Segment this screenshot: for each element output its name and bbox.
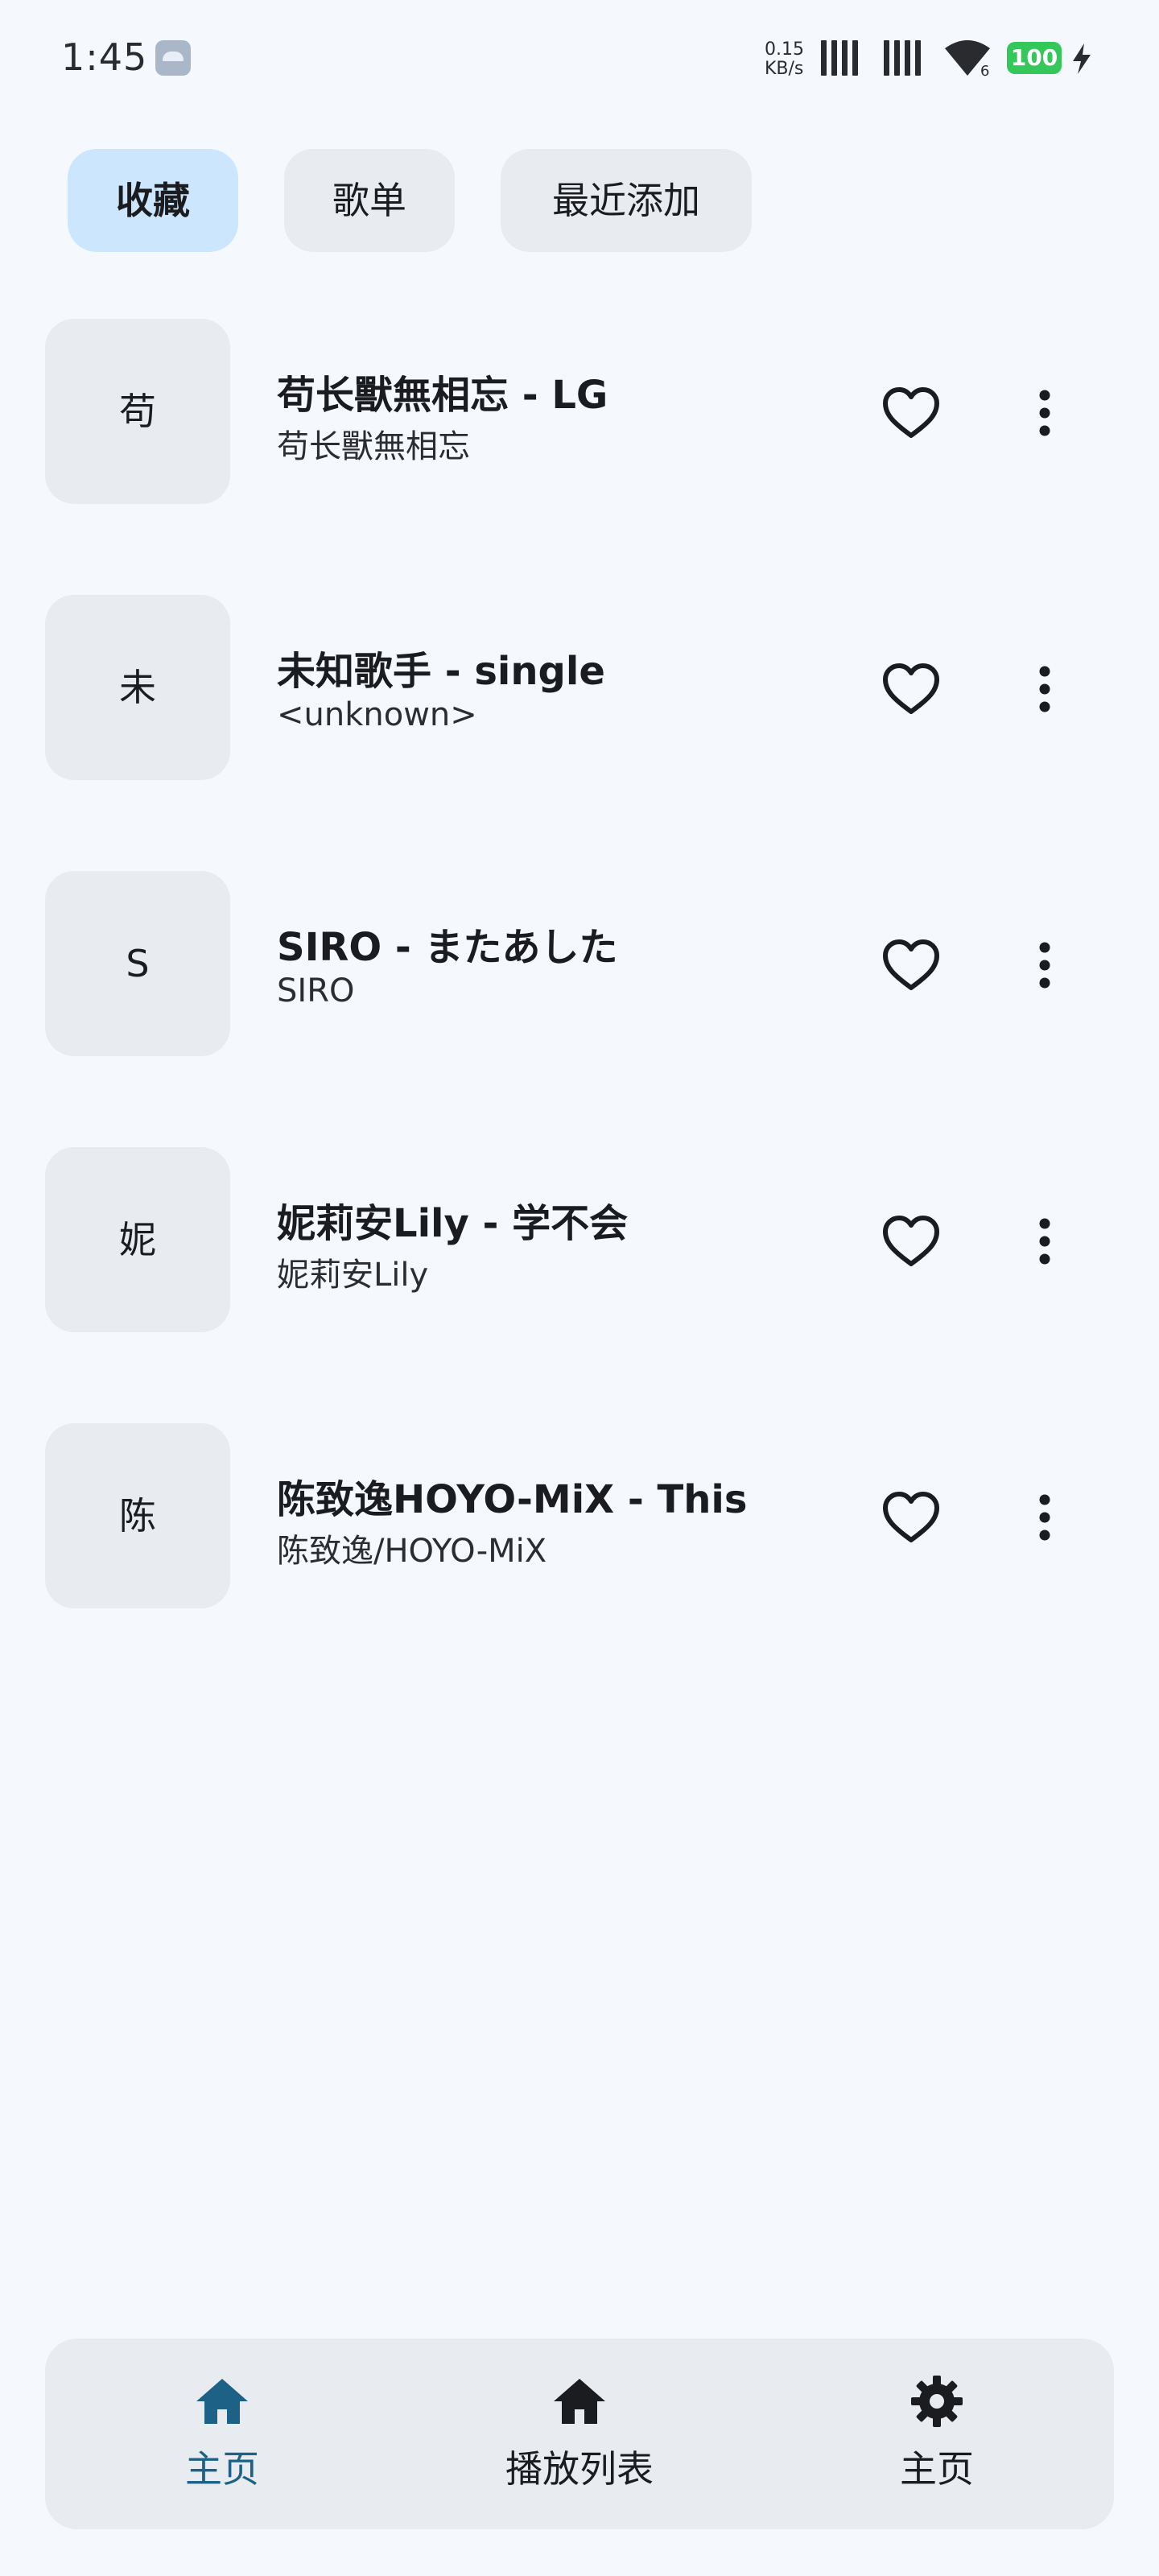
gear-icon — [911, 2376, 963, 2427]
song-artist: 苟长獸無相忘 — [277, 428, 470, 465]
more-vert-icon[interactable] — [1011, 1484, 1079, 1551]
network-speed: 0.15 KB/s — [765, 40, 804, 79]
song-title: 未知歌手 - single — [277, 649, 605, 694]
heart-icon[interactable] — [877, 931, 945, 999]
wifi-generation-label: 6 — [980, 63, 990, 80]
song-art-placeholder: 妮 — [45, 1147, 230, 1332]
more-vert-icon[interactable] — [1011, 1208, 1079, 1275]
filter-chips: 收藏 歌单 最近添加 — [0, 149, 1159, 252]
heart-icon[interactable] — [877, 1484, 945, 1551]
song-artist: 陈致逸/HOYO-MiX — [277, 1533, 547, 1570]
cellular-signal-icon — [821, 40, 869, 76]
nav-item-home[interactable]: 主页 — [101, 2339, 343, 2529]
nav-item-settings[interactable]: 主页 — [816, 2339, 1058, 2529]
song-art-placeholder: 陈 — [45, 1423, 230, 1608]
battery-indicator: 100 — [1007, 42, 1062, 74]
network-speed-unit: KB/s — [765, 59, 804, 79]
bottom-navigation-bar: 主页 播放列表 主页 — [45, 2339, 1114, 2529]
android-notification-icon — [155, 40, 191, 76]
song-artist: <unknown> — [277, 696, 477, 733]
chip-favorites[interactable]: 收藏 — [68, 149, 238, 252]
home-icon — [196, 2379, 248, 2424]
song-list: 苟 苟长獸無相忘 - LG 苟长獸無相忘 未 未知歌手 - single <un… — [0, 319, 1159, 1699]
heart-icon[interactable] — [877, 379, 945, 447]
song-list-item[interactable]: 未 未知歌手 - single <unknown> — [0, 595, 1159, 871]
nav-item-playlist[interactable]: 播放列表 — [459, 2339, 700, 2529]
song-title: 妮莉安Lily - 学不会 — [277, 1201, 629, 1246]
song-list-item[interactable]: 苟 苟长獸無相忘 - LG 苟长獸無相忘 — [0, 319, 1159, 595]
status-bar: 1:45 0.15 KB/s 6 100 — [0, 0, 1159, 121]
song-art-placeholder: S — [45, 871, 230, 1056]
chip-recently-added[interactable]: 最近添加 — [501, 149, 752, 252]
charging-icon — [1073, 43, 1091, 74]
heart-icon[interactable] — [877, 655, 945, 723]
status-time: 1:45 — [61, 35, 148, 79]
song-art-placeholder: 苟 — [45, 319, 230, 504]
home-icon — [554, 2379, 605, 2424]
nav-label: 播放列表 — [505, 2447, 654, 2491]
cellular-signal-icon — [884, 40, 932, 76]
heart-icon[interactable] — [877, 1208, 945, 1275]
song-title: 苟长獸無相忘 - LG — [277, 373, 608, 418]
more-vert-icon[interactable] — [1011, 379, 1079, 447]
more-vert-icon[interactable] — [1011, 931, 1079, 999]
song-list-item[interactable]: 妮 妮莉安Lily - 学不会 妮莉安Lily — [0, 1147, 1159, 1423]
song-artist: SIRO — [277, 972, 355, 1009]
song-art-placeholder: 未 — [45, 595, 230, 780]
network-speed-value: 0.15 — [765, 39, 804, 60]
song-title: 陈致逸HOYO-MiX - This — [277, 1477, 748, 1522]
song-list-item[interactable]: S SIRO - またあした SIRO — [0, 871, 1159, 1147]
chip-playlists[interactable]: 歌单 — [284, 149, 455, 252]
song-artist: 妮莉安Lily — [277, 1257, 429, 1294]
song-list-item[interactable]: 陈 陈致逸HOYO-MiX - This 陈致逸/HOYO-MiX — [0, 1423, 1159, 1699]
song-title: SIRO - またあした — [277, 925, 618, 970]
nav-label: 主页 — [185, 2447, 259, 2491]
nav-label: 主页 — [900, 2447, 974, 2491]
more-vert-icon[interactable] — [1011, 655, 1079, 723]
